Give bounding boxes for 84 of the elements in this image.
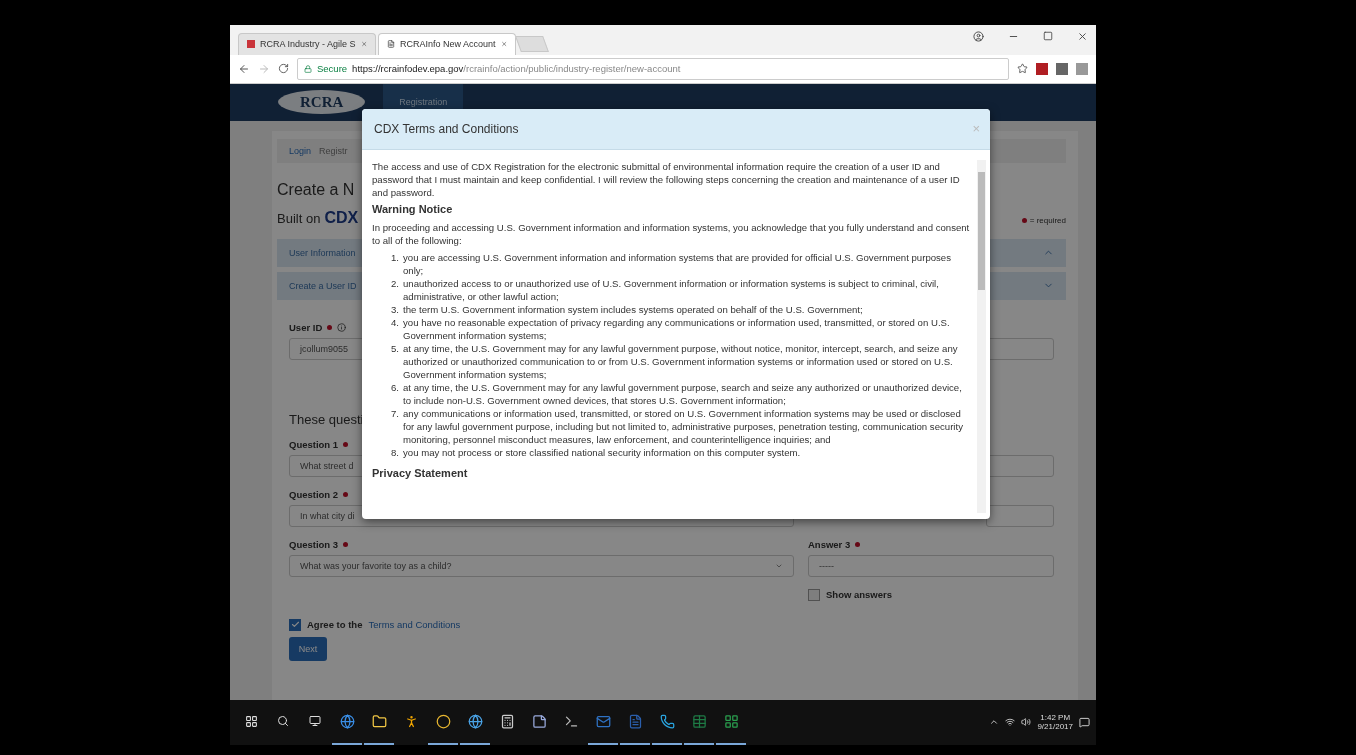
list-number: 7. [390, 406, 399, 421]
extension-icon[interactable] [1056, 62, 1068, 75]
section-heading: Warning Notice [372, 202, 454, 216]
terminal-icon [563, 714, 579, 729]
checkbox-label: Agree to the [307, 619, 363, 631]
search-icon[interactable] [277, 715, 289, 728]
answer-field[interactable] [986, 504, 1054, 527]
grid-icon [723, 714, 739, 729]
warning-paragraph: In proceeding and accessing U.S. Government information and information systems, you acknowledge that you fully understand and consent to all of the following: [372, 220, 971, 247]
field-label: Question 2 [289, 488, 339, 500]
cdx-logo: CDX [324, 208, 359, 227]
required-dot [327, 324, 333, 330]
list-item-text: you are accessing U.S. Government information and information systems that are provided for official U.S. Government purposes only; [403, 250, 952, 277]
globe-icon [339, 714, 355, 729]
list-number: 8. [390, 445, 399, 459]
list-number: 3. [390, 302, 399, 316]
calculator-icon [499, 714, 515, 729]
note-icon [531, 714, 547, 729]
list-number: 4. [390, 315, 399, 330]
mail-icon [595, 714, 611, 729]
required-note: = required [1029, 215, 1066, 225]
page-icon [387, 39, 396, 50]
section-heading: Privacy Statement [372, 466, 469, 480]
scrollbar[interactable] [977, 159, 986, 513]
globe-icon [467, 714, 483, 729]
speaker-icon[interactable] [1021, 717, 1032, 728]
list-item-text: at any time, the U.S. Government may for any lawful government purpose, without notice, monitor, intercept, search, and seize any authorized or unauthorized communication to or from U.S. Government information systems or information used or stored on U.S. Government information systems; [403, 341, 959, 381]
lock-icon [304, 64, 312, 73]
list-item-text: you may not process or store classified national security information on this computer system. [403, 445, 802, 459]
close-icon[interactable] [1077, 31, 1088, 42]
start-icon[interactable] [244, 715, 258, 728]
reload-icon[interactable] [278, 63, 289, 75]
profile-icon[interactable] [973, 31, 984, 42]
site-icon [247, 40, 256, 49]
back-icon[interactable] [238, 62, 250, 75]
page-title: Create a N [277, 180, 355, 199]
list-number: 5. [390, 341, 399, 356]
list-item-text: unauthorized access to or unauthorized use of U.S. Government information or information systems is subject to criminal, civil, administrative, or other lawful action; [403, 276, 940, 303]
document-icon [627, 714, 643, 729]
required-dot [343, 491, 349, 497]
scrollbar-thumb[interactable] [978, 171, 985, 290]
browser-tab[interactable]: RCRA Industry - Agile S [238, 32, 376, 55]
field-label: User ID [289, 321, 323, 333]
browser-tab[interactable]: RCRAInfo New Account [378, 32, 516, 55]
list-item-text: at any time, the U.S. Government may for any lawful government purpose, search and seize any authorized or unauthorized device, to include non-U.S. Government owned devices, that stores U.S. Government information; [403, 380, 963, 407]
field-label: Question 1 [289, 438, 339, 450]
breadcrumb-link[interactable]: Registr [319, 145, 348, 156]
required-dot [343, 441, 349, 447]
maximize-icon[interactable] [1043, 31, 1053, 41]
answer-field[interactable]: ----- [808, 554, 1054, 577]
required-dot [855, 541, 861, 547]
checkbox[interactable] [289, 618, 301, 631]
required-dot [1021, 217, 1027, 223]
intro-paragraph: The access and use of CDX Registration for the electronic submittal of environmental information require the creation of a user ID and password that I must maintain and keep confidential. I will review the following steps concerning the creation and maintenance of a user ID and password. [372, 159, 961, 199]
phone-icon [659, 714, 675, 729]
folder-icon [371, 714, 387, 729]
task-view-icon[interactable] [309, 715, 321, 728]
network-icon[interactable] [1005, 717, 1016, 728]
question-select[interactable]: What was your favorite toy as a child? [289, 554, 794, 577]
list-item-text: the term U.S. Government information system includes systems operated on behalf of the U.S. Government; [403, 302, 864, 316]
field-label: Answer 3 [808, 538, 851, 550]
next-button[interactable]: Next [289, 636, 327, 661]
dialog-title: CDX Terms and Conditions [374, 121, 519, 136]
list-number: 1. [390, 250, 399, 265]
circle-icon [435, 714, 451, 729]
list-item-text: you have no reasonable expectation of privacy regarding any communications or information used, transmitted, or stored on U.S. Government information systems; [403, 315, 951, 342]
address-bar[interactable]: Secure https://rcrainfodev.epa.gov/rcrainfo/action/public/industry-register/new-account [297, 57, 1009, 80]
list-number: 6. [390, 380, 399, 395]
checkbox-label: Show answers [826, 589, 892, 601]
terms-link[interactable]: Terms and Conditions [368, 619, 461, 631]
site-logo[interactable]: RCRA [278, 90, 366, 115]
taskbar-clock[interactable]: 1:42 PM 9/21/2017 [1037, 713, 1073, 732]
subtitle-text: Built on [277, 210, 321, 226]
extension-icon[interactable] [1076, 62, 1088, 75]
table-icon [691, 714, 707, 729]
notification-icon[interactable] [1079, 717, 1090, 728]
extension-icon[interactable] [1036, 62, 1048, 75]
required-dot [343, 541, 349, 547]
star-icon[interactable] [1017, 63, 1028, 75]
breadcrumb-link[interactable]: Login [289, 145, 312, 156]
list-number: 2. [390, 276, 399, 291]
info-icon[interactable] [337, 322, 347, 332]
field-label: Question 3 [289, 538, 339, 550]
checkbox[interactable] [808, 588, 820, 601]
